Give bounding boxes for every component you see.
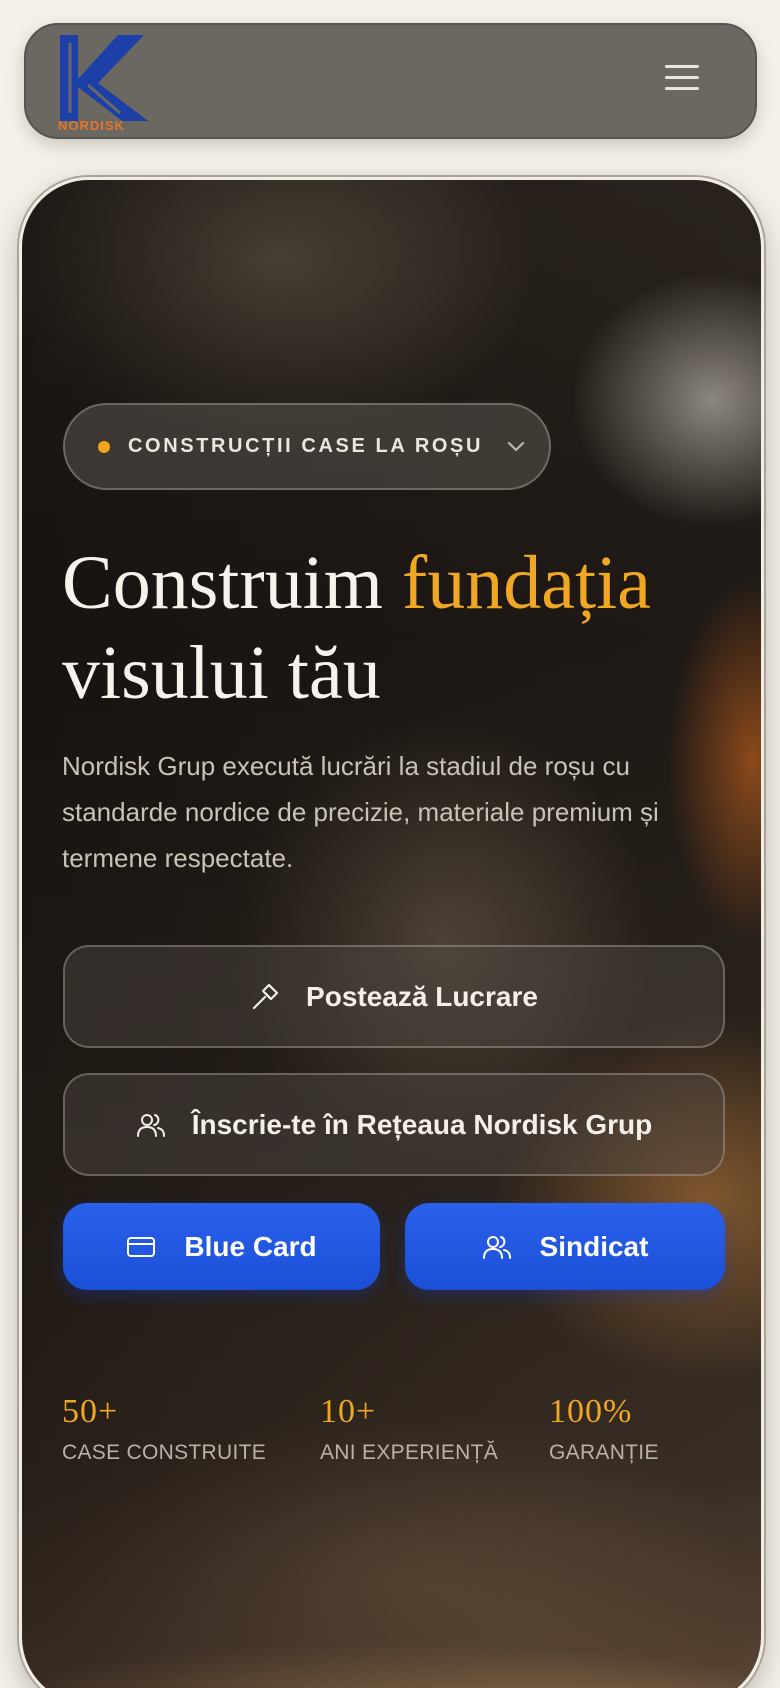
headline-part1: Construim bbox=[62, 541, 402, 625]
hero-headline: Construim fundația visului tău bbox=[62, 538, 742, 718]
status-dot-icon bbox=[98, 440, 110, 453]
page: NORDISK CONSTRUCȚII CASE LA ROȘU Constru… bbox=[0, 0, 780, 1688]
service-category-dropdown[interactable]: CONSTRUCȚII CASE LA ROȘU bbox=[63, 403, 551, 490]
post-work-label: Postează Lucrare bbox=[306, 980, 538, 1012]
stat-houses-built: 50+ CASE CONSTRUITE bbox=[62, 1393, 266, 1465]
hero-section: CONSTRUCȚII CASE LA ROȘU Construim funda… bbox=[19, 177, 764, 1688]
stat-warranty: 100% GARANȚIE bbox=[549, 1393, 659, 1465]
syndicate-label: Sindicat bbox=[539, 1230, 649, 1262]
hero-subtitle: Nordisk Grup execută lucrări la stadiul … bbox=[62, 751, 659, 873]
blue-card-label: Blue Card bbox=[184, 1230, 317, 1262]
headline-accent: fundația bbox=[401, 541, 651, 625]
stat-years-experience: 10+ ANI EXPERIENȚĂ bbox=[320, 1393, 498, 1465]
headline-part2: visului tău bbox=[62, 631, 381, 715]
stat-label: ANI EXPERIENȚĂ bbox=[320, 1441, 499, 1464]
hammer-icon bbox=[252, 983, 279, 1009]
syndicate-button[interactable]: Sindicat bbox=[405, 1203, 725, 1290]
users-icon bbox=[482, 1235, 511, 1259]
join-network-label: Înscrie-te în Rețeaua Nordisk Grup bbox=[191, 1108, 653, 1140]
stat-value: 10+ bbox=[320, 1393, 377, 1430]
hamburger-menu-icon[interactable] bbox=[665, 65, 699, 95]
post-work-button[interactable]: Postează Lucrare bbox=[63, 945, 725, 1048]
chevron-down-icon bbox=[507, 441, 525, 451]
users-icon bbox=[136, 1113, 165, 1137]
stat-label: GARANȚIE bbox=[549, 1441, 659, 1464]
service-category-label: CONSTRUCȚII CASE LA ROȘU bbox=[128, 435, 483, 457]
logo-text: NORDISK bbox=[58, 118, 125, 133]
blue-card-button[interactable]: Blue Card bbox=[63, 1203, 380, 1290]
stat-value: 50+ bbox=[62, 1393, 119, 1430]
stat-label: CASE CONSTRUITE bbox=[62, 1441, 267, 1464]
site-header: NORDISK bbox=[24, 23, 757, 139]
credit-card-icon bbox=[127, 1236, 156, 1257]
join-network-button[interactable]: Înscrie-te în Rețeaua Nordisk Grup bbox=[63, 1073, 725, 1176]
stat-value: 100% bbox=[549, 1393, 633, 1430]
